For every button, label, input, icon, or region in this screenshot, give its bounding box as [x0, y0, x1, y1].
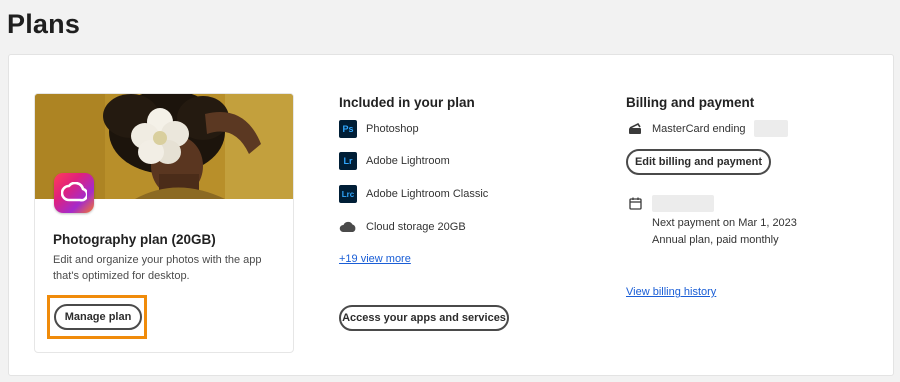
app-label: Adobe Lightroom Classic [366, 188, 489, 200]
app-label: Cloud storage 20GB [366, 221, 466, 233]
photoshop-icon: Ps [339, 120, 357, 138]
view-billing-history-link[interactable]: View billing history [626, 286, 716, 298]
card-text: MasterCard ending [652, 123, 746, 135]
page-title: Plans [7, 9, 81, 39]
billing-section-title: Billing and payment [626, 95, 755, 110]
calendar-icon [629, 197, 642, 215]
lightroom-classic-icon: Lrc [339, 185, 357, 203]
creative-cloud-logo [54, 173, 94, 213]
app-row-lightroom[interactable]: Lr Adobe Lightroom [339, 151, 450, 171]
card-icon [628, 122, 642, 140]
plan-type-text: Annual plan, paid monthly [652, 234, 779, 246]
plan-card: Photography plan (20GB) Edit and organiz… [34, 93, 294, 353]
payment-amount-redacted [652, 195, 714, 212]
app-label: Adobe Lightroom [366, 155, 450, 167]
edit-billing-button[interactable]: Edit billing and payment [626, 149, 771, 175]
app-row-lightroom-classic[interactable]: Lrc Adobe Lightroom Classic [339, 184, 488, 204]
view-more-link[interactable]: +19 view more [339, 253, 411, 265]
plan-name: Photography plan (20GB) [53, 232, 216, 247]
plans-panel: Photography plan (20GB) Edit and organiz… [8, 54, 894, 376]
included-section-title: Included in your plan [339, 95, 475, 110]
next-payment-text: Next payment on Mar 1, 2023 [652, 217, 797, 229]
app-row-photoshop[interactable]: Ps Photoshop [339, 119, 419, 139]
cloud-icon [339, 218, 357, 236]
manage-plan-button[interactable]: Manage plan [54, 304, 142, 330]
app-row-cloud-storage: Cloud storage 20GB [339, 217, 466, 237]
plan-description: Edit and organize your photos with the a… [53, 254, 262, 282]
lightroom-icon: Lr [339, 152, 357, 170]
access-apps-button[interactable]: Access your apps and services [339, 305, 509, 331]
card-number-redacted [754, 120, 788, 137]
app-label: Photoshop [366, 123, 419, 135]
